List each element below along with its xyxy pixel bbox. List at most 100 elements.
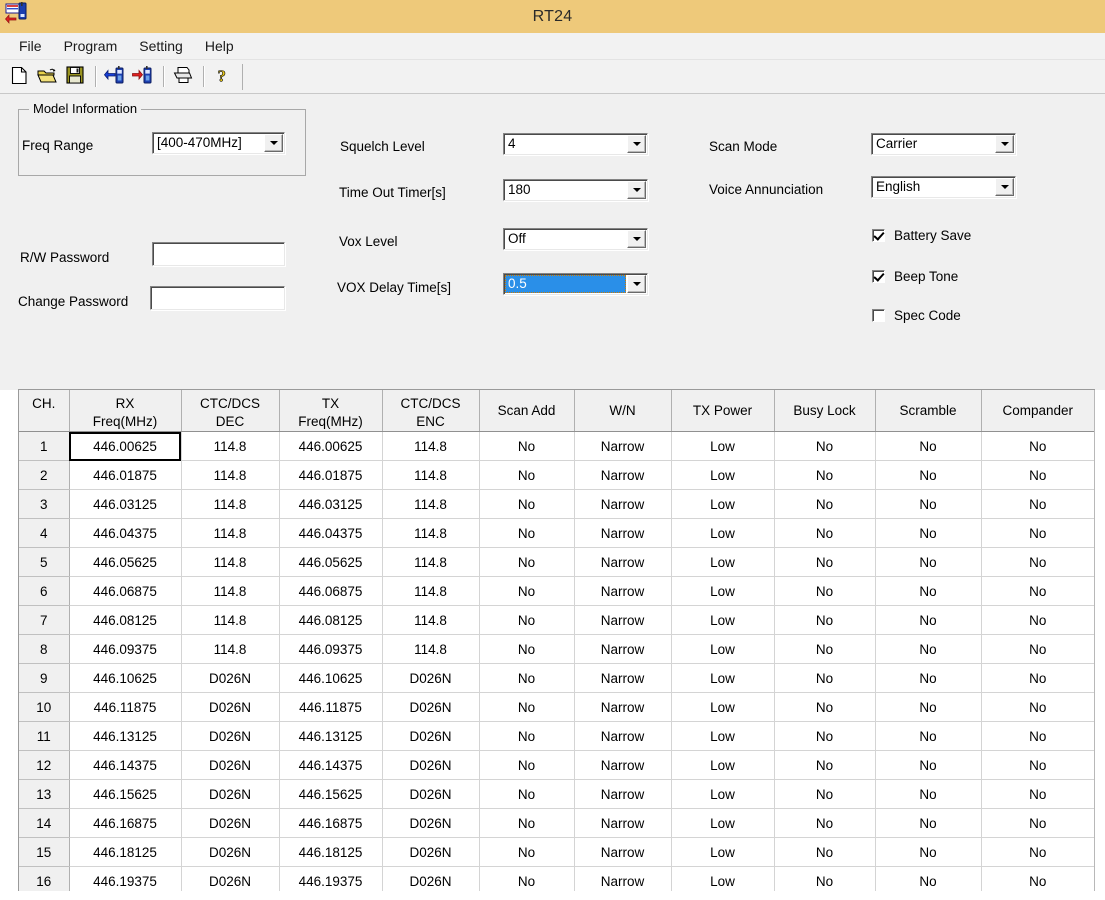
cell-ctc-dcs-dec[interactable]: D026N	[181, 721, 280, 751]
cell-ch[interactable]: 6	[19, 576, 70, 606]
cell-busy-lock[interactable]: No	[774, 605, 876, 635]
menu-help[interactable]: Help	[194, 36, 245, 56]
cell-busy-lock[interactable]: No	[774, 663, 876, 693]
cell-tx-power[interactable]: Low	[671, 431, 775, 461]
new-button[interactable]	[6, 64, 32, 90]
cell-ctc-dcs-dec[interactable]: D026N	[181, 692, 280, 722]
cell-tx-freq[interactable]: 446.05625	[279, 547, 383, 577]
table-row[interactable]: 7 446.08125 114.8 446.08125 114.8 No Narrow Low…	[19, 605, 1094, 635]
cell-ctc-dcs-dec[interactable]: D026N	[181, 750, 280, 780]
cell-busy-lock[interactable]: No	[774, 634, 876, 664]
cell-ctc-dcs-enc[interactable]: 114.8	[382, 547, 480, 577]
cell-scan-add[interactable]: No	[479, 866, 575, 891]
cell-tx-power[interactable]: Low	[671, 576, 775, 606]
cell-tx-freq[interactable]: 446.08125	[279, 605, 383, 635]
cell-tx-freq[interactable]: 446.06875	[279, 576, 383, 606]
cell-rx-freq[interactable]: 446.10625	[69, 663, 182, 693]
cell-compander[interactable]: No	[981, 866, 1094, 891]
menu-setting[interactable]: Setting	[128, 36, 194, 56]
cell-rx-freq[interactable]: 446.15625	[69, 779, 182, 809]
cell-tx-power[interactable]: Low	[671, 808, 775, 838]
cell-ch[interactable]: 14	[19, 808, 70, 838]
cell-scan-add[interactable]: No	[479, 692, 575, 722]
cell-scramble[interactable]: No	[875, 692, 982, 722]
voice-annunciation-combo[interactable]: English	[871, 176, 1016, 198]
cell-ctc-dcs-enc[interactable]: D026N	[382, 837, 480, 867]
cell-ch[interactable]: 12	[19, 750, 70, 780]
cell-ctc-dcs-dec[interactable]: 114.8	[181, 489, 280, 519]
cell-scan-add[interactable]: No	[479, 634, 575, 664]
cell-tx-freq[interactable]: 446.10625	[279, 663, 383, 693]
col-header-tx-power[interactable]: TX Power	[671, 390, 775, 432]
cell-wn[interactable]: Narrow	[574, 663, 672, 693]
cell-busy-lock[interactable]: No	[774, 460, 876, 490]
cell-ch[interactable]: 13	[19, 779, 70, 809]
col-header-scramble[interactable]: Scramble	[875, 390, 982, 432]
cell-compander[interactable]: No	[981, 808, 1094, 838]
table-row[interactable]: 2 446.01875 114.8 446.01875 114.8 No Narrow Low…	[19, 460, 1094, 490]
cell-ctc-dcs-enc[interactable]: D026N	[382, 779, 480, 809]
cell-scramble[interactable]: No	[875, 547, 982, 577]
cell-rx-freq[interactable]: 446.11875	[69, 692, 182, 722]
cell-ctc-dcs-dec[interactable]: 114.8	[181, 605, 280, 635]
cell-compander[interactable]: No	[981, 489, 1094, 519]
cell-ch[interactable]: 8	[19, 634, 70, 664]
chevron-down-icon[interactable]	[627, 230, 646, 248]
cell-wn[interactable]: Narrow	[574, 692, 672, 722]
cell-ctc-dcs-dec[interactable]: 114.8	[181, 431, 280, 461]
cell-ctc-dcs-enc[interactable]: D026N	[382, 750, 480, 780]
cell-scramble[interactable]: No	[875, 634, 982, 664]
cell-ctc-dcs-dec[interactable]: 114.8	[181, 460, 280, 490]
cell-compander[interactable]: No	[981, 634, 1094, 664]
cell-ch[interactable]: 10	[19, 692, 70, 722]
col-header-compander[interactable]: Compander	[981, 390, 1094, 432]
cell-busy-lock[interactable]: No	[774, 779, 876, 809]
cell-ctc-dcs-enc[interactable]: D026N	[382, 692, 480, 722]
beep-tone-checkbox[interactable]: Beep Tone	[872, 269, 958, 284]
cell-tx-freq[interactable]: 446.14375	[279, 750, 383, 780]
cell-ctc-dcs-enc[interactable]: 114.8	[382, 489, 480, 519]
battery-save-checkbox[interactable]: Battery Save	[872, 228, 971, 243]
cell-ch[interactable]: 7	[19, 605, 70, 635]
table-row[interactable]: 12 446.14375 D026N 446.14375 D026N No Narrow Lo…	[19, 750, 1094, 780]
cell-compander[interactable]: No	[981, 547, 1094, 577]
table-row[interactable]: 15 446.18125 D026N 446.18125 D026N No Narrow Lo…	[19, 837, 1094, 867]
read-from-radio-button[interactable]	[102, 64, 128, 90]
cell-ch[interactable]: 9	[19, 663, 70, 693]
cell-tx-freq[interactable]: 446.11875	[279, 692, 383, 722]
cell-busy-lock[interactable]: No	[774, 808, 876, 838]
cell-compander[interactable]: No	[981, 837, 1094, 867]
chevron-down-icon[interactable]	[627, 135, 646, 153]
cell-wn[interactable]: Narrow	[574, 431, 672, 461]
cell-ctc-dcs-enc[interactable]: D026N	[382, 721, 480, 751]
cell-ch[interactable]: 1	[19, 431, 70, 461]
cell-busy-lock[interactable]: No	[774, 518, 876, 548]
cell-compander[interactable]: No	[981, 692, 1094, 722]
cell-busy-lock[interactable]: No	[774, 576, 876, 606]
cell-ctc-dcs-enc[interactable]: D026N	[382, 663, 480, 693]
cell-ctc-dcs-enc[interactable]: 114.8	[382, 518, 480, 548]
cell-scan-add[interactable]: No	[479, 547, 575, 577]
cell-wn[interactable]: Narrow	[574, 460, 672, 490]
cell-ch[interactable]: 2	[19, 460, 70, 490]
cell-ctc-dcs-enc[interactable]: 114.8	[382, 431, 480, 461]
cell-tx-power[interactable]: Low	[671, 518, 775, 548]
cell-wn[interactable]: Narrow	[574, 721, 672, 751]
table-row[interactable]: 14 446.16875 D026N 446.16875 D026N No Narrow Lo…	[19, 808, 1094, 838]
table-row[interactable]: 13 446.15625 D026N 446.15625 D026N No Narrow Lo…	[19, 779, 1094, 809]
time-out-timer-combo[interactable]: 180	[503, 179, 648, 201]
cell-wn[interactable]: Narrow	[574, 518, 672, 548]
help-button[interactable]: ?	[210, 64, 236, 90]
col-header-wn[interactable]: W/N	[574, 390, 672, 432]
cell-tx-power[interactable]: Low	[671, 866, 775, 891]
cell-compander[interactable]: No	[981, 721, 1094, 751]
cell-busy-lock[interactable]: No	[774, 431, 876, 461]
cell-compander[interactable]: No	[981, 663, 1094, 693]
cell-tx-power[interactable]: Low	[671, 605, 775, 635]
col-header-tx-freq[interactable]: TX Freq(MHz)	[279, 390, 383, 432]
cell-scramble[interactable]: No	[875, 460, 982, 490]
cell-scramble[interactable]: No	[875, 663, 982, 693]
cell-rx-freq[interactable]: 446.08125	[69, 605, 182, 635]
cell-compander[interactable]: No	[981, 460, 1094, 490]
cell-rx-freq[interactable]: 446.03125	[69, 489, 182, 519]
